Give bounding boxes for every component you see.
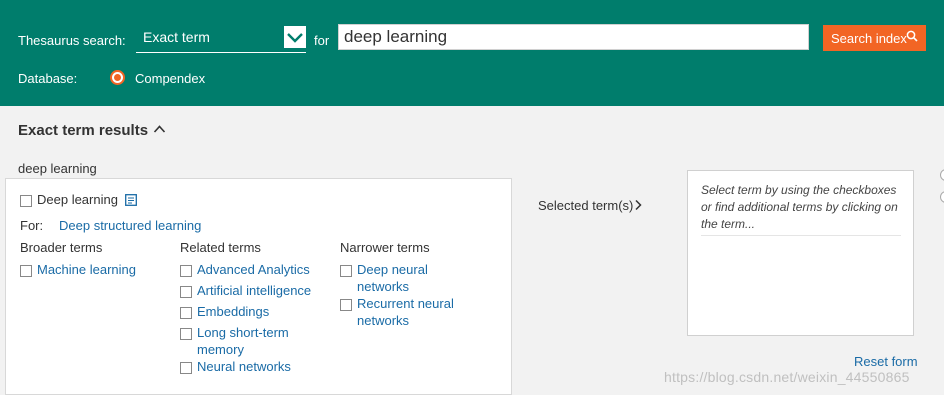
checkbox-term[interactable]	[180, 265, 192, 277]
chevron-down-icon[interactable]	[284, 26, 306, 48]
database-radio-compendex[interactable]	[110, 70, 125, 85]
broader-term-link[interactable]: Machine learning	[37, 261, 136, 278]
chevron-up-icon[interactable]	[153, 122, 166, 140]
checkbox-term[interactable]	[340, 299, 352, 311]
search-index-button[interactable]: Search index	[823, 25, 926, 51]
for-term-link[interactable]: Deep structured learning	[59, 217, 201, 234]
selected-terms-label[interactable]: Selected term(s)	[538, 198, 633, 213]
radio-dot	[114, 74, 121, 81]
search-button-label: Search index	[831, 31, 907, 46]
narrower-term-link[interactable]: Recurrent neural	[357, 295, 454, 312]
term-details-icon[interactable]	[125, 193, 137, 211]
checkbox-term[interactable]	[180, 362, 192, 374]
related-terms-header: Related terms	[180, 240, 261, 255]
watermark: https://blog.csdn.net/weixin_44550865	[664, 369, 910, 385]
related-term-link[interactable]: Long short-term	[197, 324, 289, 341]
divider	[701, 235, 901, 236]
database-option-label[interactable]: Compendex	[135, 71, 205, 86]
selected-terms-box: Select term by using the checkboxes or f…	[687, 170, 914, 336]
related-term-link[interactable]: Artificial intelligence	[197, 282, 311, 299]
radio-circle-icon[interactable]	[940, 191, 944, 203]
search-type-select[interactable]: Exact term	[136, 24, 306, 53]
related-term-link[interactable]: Advanced Analytics	[197, 261, 310, 278]
hint-line: or find additional terms by clicking on	[701, 200, 898, 214]
search-input-value: deep learning	[344, 27, 448, 46]
narrower-term-link[interactable]: Deep neural	[357, 261, 428, 278]
selected-terms-hint: Select term by using the checkboxes or f…	[701, 182, 906, 233]
search-type-value: Exact term	[143, 29, 210, 45]
checkbox-term[interactable]	[180, 286, 192, 298]
radio-circle-icon[interactable]	[940, 169, 944, 181]
results-query-label: deep learning	[18, 161, 97, 176]
narrower-terms-header: Narrower terms	[340, 240, 430, 255]
results-panel: Deep learning For: Deep structured learn…	[5, 178, 512, 395]
chevron-right-icon[interactable]	[634, 198, 642, 216]
checkbox-term[interactable]	[340, 265, 352, 277]
for-prefix-label: For:	[20, 218, 44, 233]
search-icon	[906, 30, 918, 45]
results-title: Exact term results	[18, 122, 149, 139]
search-header: Thesaurus search: Exact term for deep le…	[0, 0, 944, 106]
search-type-label: Thesaurus search:	[18, 33, 126, 48]
related-term-link[interactable]: Embeddings	[197, 303, 269, 320]
for-label: for	[314, 33, 330, 48]
checkbox-deep-learning[interactable]	[20, 195, 32, 207]
checkbox-term[interactable]	[20, 265, 32, 277]
database-label: Database:	[18, 71, 78, 86]
checkbox-term[interactable]	[180, 328, 192, 340]
checkbox-term[interactable]	[180, 307, 192, 319]
main-term-label: Deep learning	[37, 192, 118, 207]
reset-form-link[interactable]: Reset form	[854, 354, 918, 369]
related-term-link-line2[interactable]: memory	[197, 341, 244, 358]
narrower-term-link-line2[interactable]: networks	[357, 278, 409, 295]
narrower-term-link-line2[interactable]: networks	[357, 312, 409, 329]
related-term-link[interactable]: Neural networks	[197, 358, 291, 375]
hint-line: the term...	[701, 217, 756, 231]
search-input[interactable]: deep learning	[338, 24, 809, 50]
hint-line: Select term by using the checkboxes	[701, 183, 897, 197]
broader-terms-header: Broader terms	[20, 240, 103, 255]
